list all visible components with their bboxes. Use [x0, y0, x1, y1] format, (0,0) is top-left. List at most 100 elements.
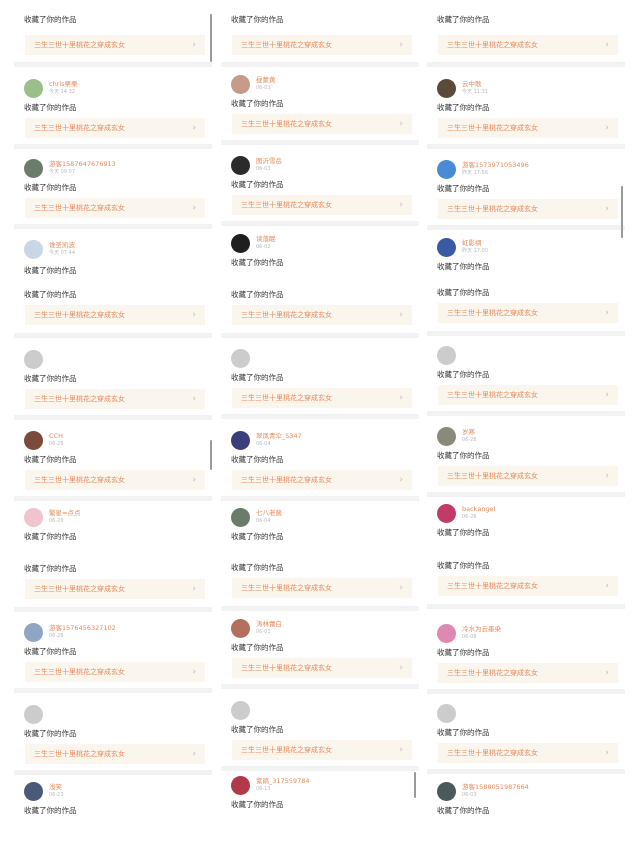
avatar[interactable] [437, 237, 456, 257]
work-link[interactable]: 三生三世十里桃花之穿成玄女 › [25, 35, 205, 55]
user-name[interactable]: 昼蒙黄 [256, 77, 276, 84]
user-name[interactable]: 紫鹃_317559784 [256, 778, 309, 785]
work-link[interactable]: 三生三世十里桃花之穿成玄女 › [25, 198, 205, 218]
avatar[interactable] [231, 155, 250, 175]
user-row[interactable]: 七八老酱 06-04 [231, 507, 282, 527]
user-row[interactable]: 翠凤青伞_5347 06-04 [231, 430, 302, 450]
avatar[interactable] [231, 700, 250, 720]
work-link[interactable]: 三生三世十里桃花之穿成玄女 › [232, 114, 412, 134]
avatar[interactable] [24, 704, 43, 724]
user-row[interactable]: chris栗栗 今天 14:32 [24, 78, 78, 98]
avatar[interactable] [437, 623, 456, 643]
work-link[interactable]: 三生三世十里桃花之穿成玄女 › [438, 743, 618, 763]
avatar[interactable] [231, 618, 250, 638]
avatar[interactable] [24, 158, 43, 178]
avatar[interactable] [231, 430, 250, 450]
work-link[interactable]: 三生三世十里桃花之穿成玄女 › [25, 470, 205, 490]
work-link[interactable]: 三生三世十里桃花之穿成玄女 › [25, 118, 205, 138]
user-name[interactable]: 云中歌 [462, 81, 488, 88]
avatar[interactable] [24, 78, 43, 98]
avatar[interactable] [437, 503, 456, 523]
avatar[interactable] [231, 775, 250, 795]
avatar[interactable] [24, 430, 43, 450]
user-row[interactable]: 游客1588051987664 06-03 [437, 781, 529, 801]
user-row[interactable]: 岁寒 06-26 [437, 426, 477, 446]
user-name[interactable]: 游客1573971053496 [462, 162, 529, 169]
user-row[interactable] [24, 704, 49, 724]
user-row[interactable]: backangel 06-26 [437, 503, 495, 523]
scrollbar[interactable] [414, 772, 416, 798]
user-row[interactable]: 浅笑 06-23 [24, 781, 64, 801]
user-row[interactable] [231, 700, 256, 720]
avatar[interactable] [24, 507, 43, 527]
work-link[interactable]: 三生三世十里桃花之穿成玄女 › [438, 35, 618, 55]
work-link[interactable]: 三生三世十里桃花之穿成玄女 › [232, 578, 412, 598]
avatar[interactable] [24, 239, 43, 259]
user-name[interactable]: 冷水为云墨染 [462, 626, 501, 633]
avatar[interactable] [437, 426, 456, 446]
user-name[interactable]: CCH [49, 433, 64, 440]
work-link[interactable]: 三生三世十里桃花之穿成玄女 › [438, 303, 618, 323]
user-name[interactable]: 读落眠 [256, 236, 276, 243]
work-link[interactable]: 三生三世十里桃花之穿成玄女 › [25, 389, 205, 409]
user-row[interactable]: 冷水为云墨染 06-06 [437, 623, 501, 643]
work-link[interactable]: 三生三世十里桃花之穿成玄女 › [25, 579, 205, 599]
user-name[interactable]: backangel [462, 506, 495, 513]
work-link[interactable]: 三生三世十里桃花之穿成玄女 › [232, 195, 412, 215]
user-name[interactable]: 谁圣凯波 [49, 242, 75, 249]
user-name[interactable]: 浅笑 [49, 784, 64, 791]
user-name[interactable]: 繁星≈点点 [49, 510, 80, 517]
user-row[interactable]: 游客1587647676913 今天 09:07 [24, 158, 116, 178]
work-link[interactable]: 三生三世十里桃花之穿成玄女 › [438, 576, 618, 596]
work-link[interactable]: 三生三世十里桃花之穿成玄女 › [25, 662, 205, 682]
user-row[interactable] [231, 348, 256, 368]
user-name[interactable]: 岁寒 [462, 429, 477, 436]
work-link[interactable]: 三生三世十里桃花之穿成玄女 › [232, 388, 412, 408]
user-name[interactable]: 翠凤青伞_5347 [256, 433, 302, 440]
work-link[interactable]: 三生三世十里桃花之穿成玄女 › [438, 118, 618, 138]
work-link[interactable]: 三生三世十里桃花之穿成玄女 › [232, 740, 412, 760]
user-row[interactable] [437, 345, 462, 365]
work-link[interactable]: 三生三世十里桃花之穿成玄女 › [438, 466, 618, 486]
user-name[interactable]: 游客1588051987664 [462, 784, 529, 791]
user-row[interactable]: 图沂雪岳 06-03 [231, 155, 282, 175]
avatar[interactable] [231, 233, 250, 253]
user-row[interactable]: CCH 06-26 [24, 430, 64, 450]
user-name[interactable]: 游客1576456327102 [49, 625, 116, 632]
work-link[interactable]: 三生三世十里桃花之穿成玄女 › [232, 658, 412, 678]
avatar[interactable] [24, 781, 43, 801]
avatar[interactable] [231, 507, 250, 527]
user-row[interactable]: 涛林蕾白 06-01 [231, 618, 282, 638]
work-link[interactable]: 三生三世十里桃花之穿成玄女 › [438, 199, 618, 219]
user-row[interactable]: 虹影绸 昨天 17:00 [437, 237, 488, 257]
user-row[interactable]: 谁圣凯波 今天 07:44 [24, 239, 75, 259]
avatar[interactable] [437, 159, 456, 179]
user-row[interactable]: 云中歌 今天 11:31 [437, 78, 488, 98]
work-link[interactable]: 三生三世十里桃花之穿成玄女 › [438, 385, 618, 405]
avatar[interactable] [437, 781, 456, 801]
avatar[interactable] [24, 622, 43, 642]
user-row[interactable]: 读落眠 06-02 [231, 233, 276, 253]
avatar[interactable] [24, 349, 43, 369]
work-link[interactable]: 三生三世十里桃花之穿成玄女 › [232, 305, 412, 325]
user-row[interactable]: 紫鹃_317559784 06-13 [231, 775, 309, 795]
user-row[interactable]: 繁星≈点点 06-26 [24, 507, 80, 527]
user-row[interactable] [437, 703, 462, 723]
user-name[interactable]: 涛林蕾白 [256, 621, 282, 628]
user-name[interactable]: chris栗栗 [49, 81, 78, 88]
avatar[interactable] [437, 345, 456, 365]
user-name[interactable]: 图沂雪岳 [256, 158, 282, 165]
avatar[interactable] [437, 78, 456, 98]
user-row[interactable]: 昼蒙黄 06-03 [231, 74, 276, 94]
avatar[interactable] [437, 703, 456, 723]
work-link[interactable]: 三生三世十里桃花之穿成玄女 › [25, 744, 205, 764]
user-name[interactable]: 七八老酱 [256, 510, 282, 517]
user-name[interactable]: 虹影绸 [462, 240, 488, 247]
work-link[interactable]: 三生三世十里桃花之穿成玄女 › [232, 35, 412, 55]
scrollbar[interactable] [210, 440, 212, 470]
user-row[interactable] [24, 349, 49, 369]
avatar[interactable] [231, 348, 250, 368]
scrollbar[interactable] [621, 186, 623, 238]
work-link[interactable]: 三生三世十里桃花之穿成玄女 › [438, 663, 618, 683]
user-row[interactable]: 游客1576456327102 06-26 [24, 622, 116, 642]
